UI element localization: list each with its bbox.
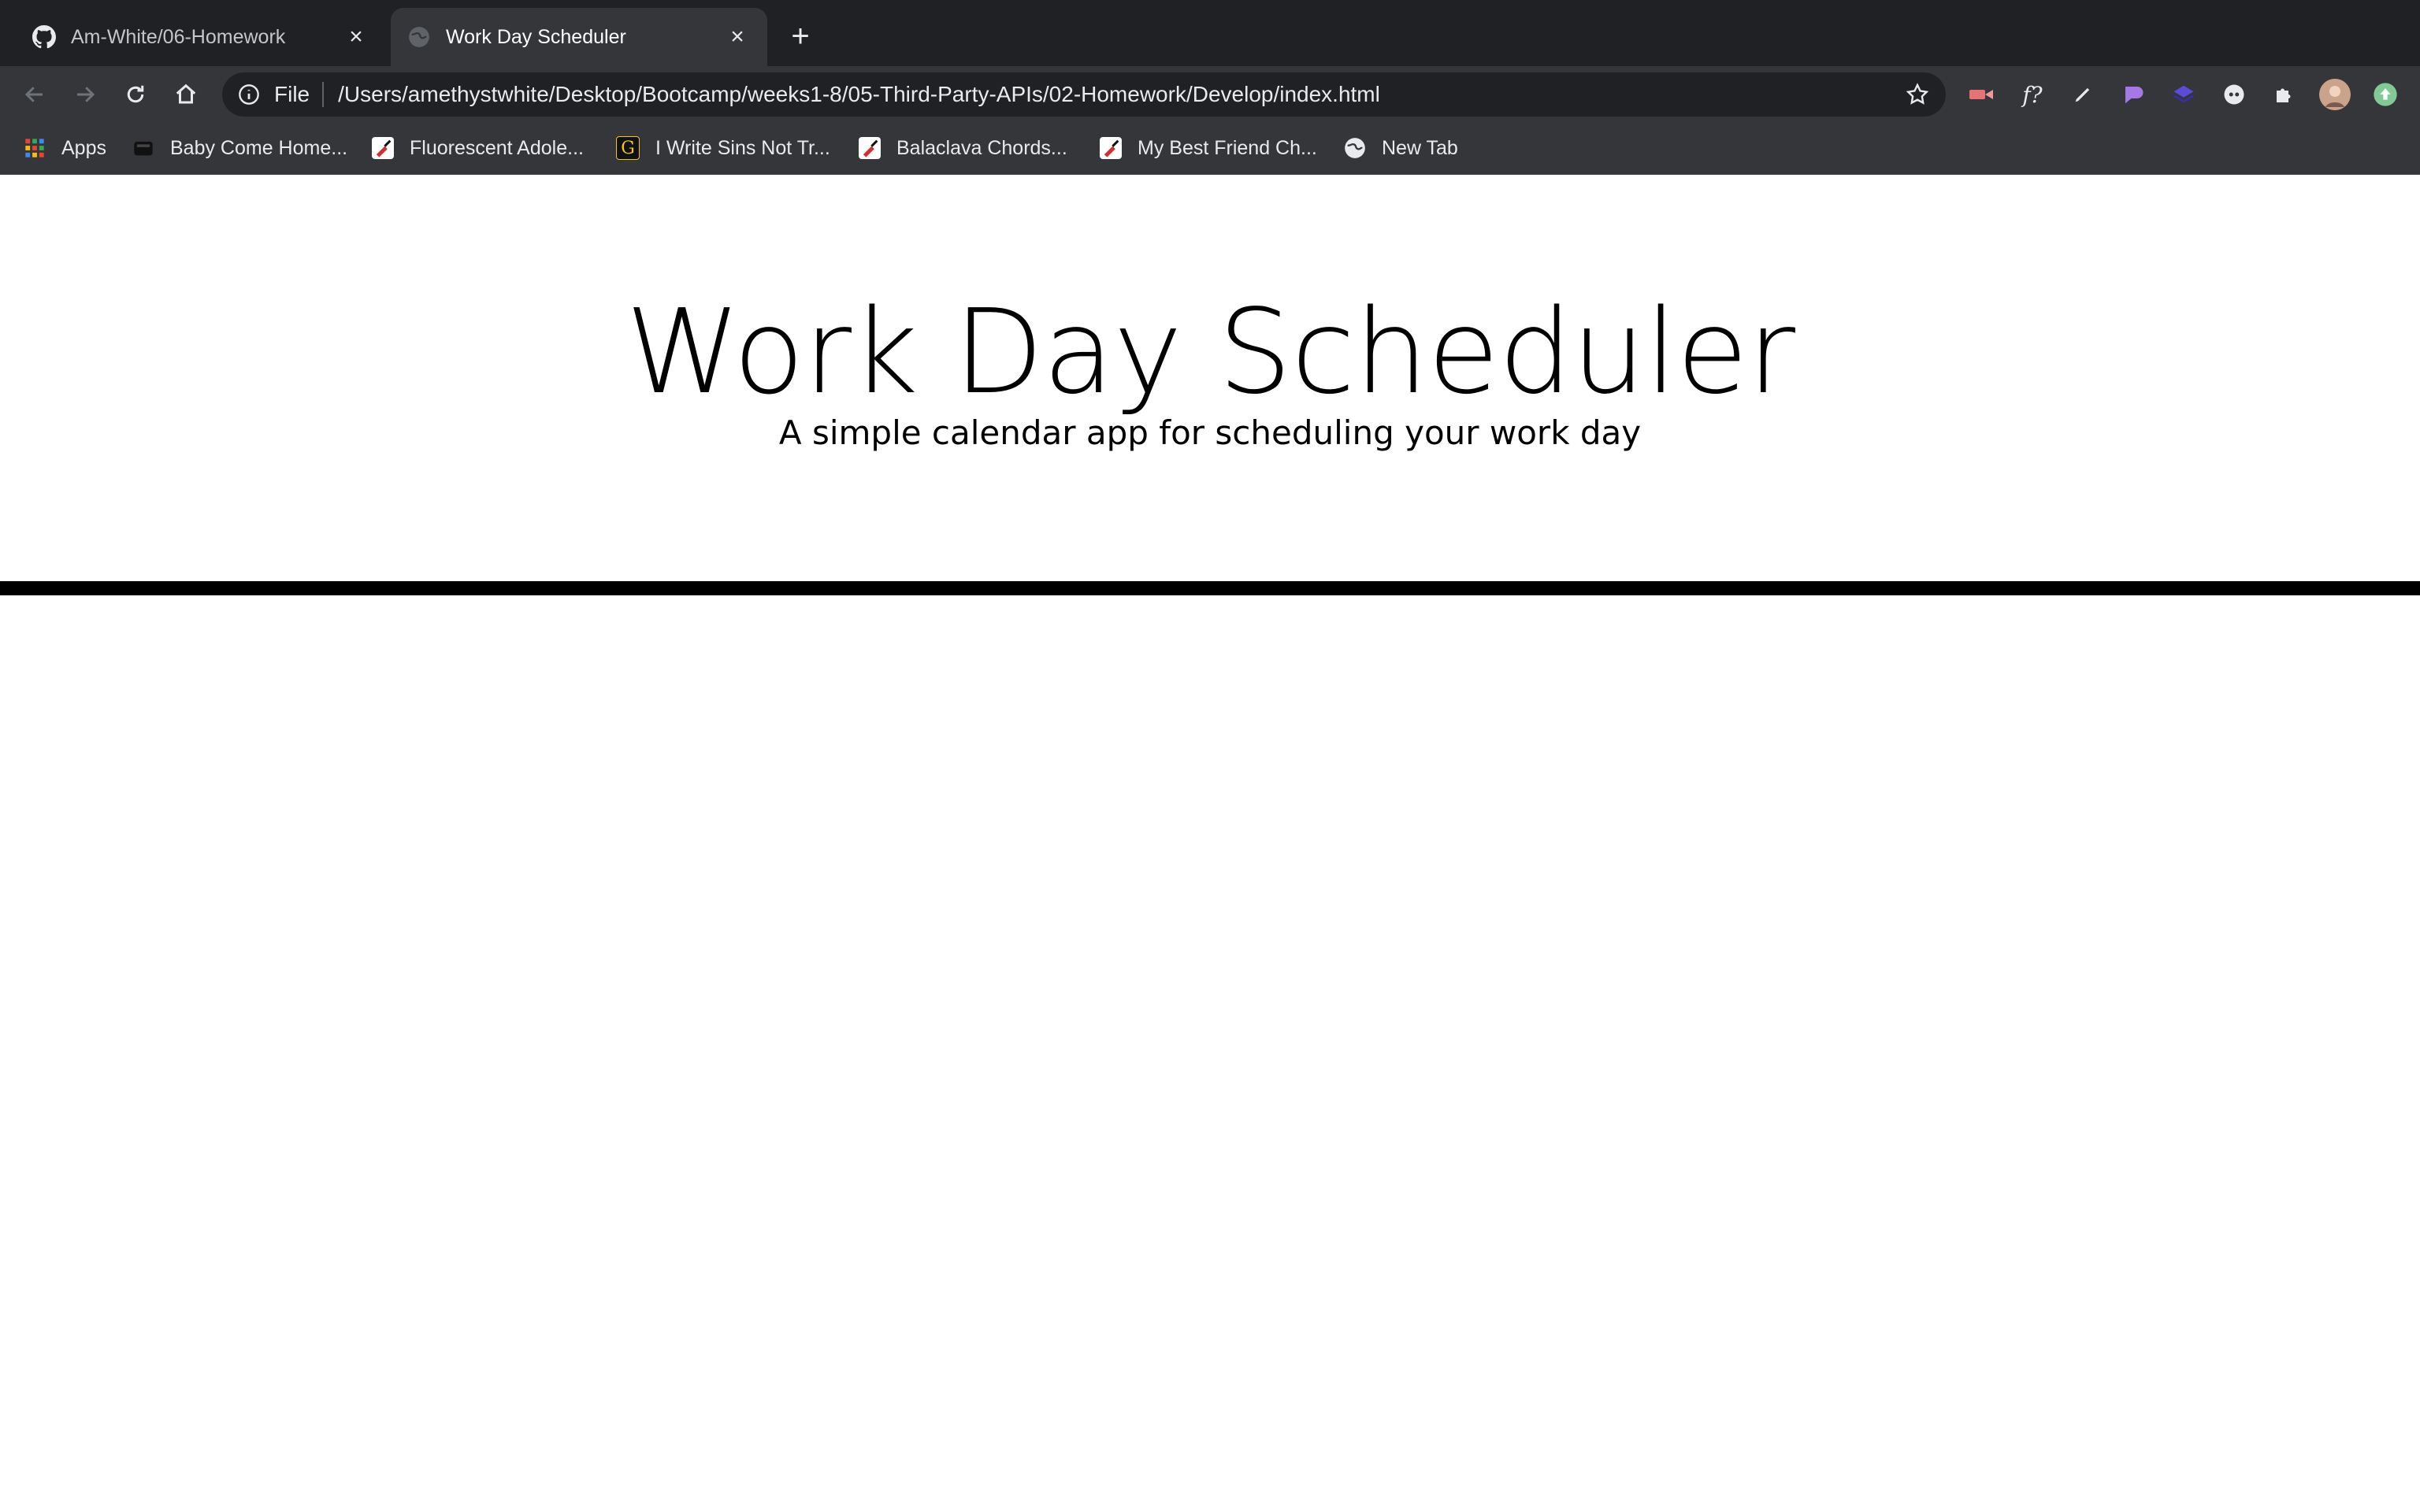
browser-toolbar: File /Users/amethystwhite/Desktop/Bootca… bbox=[0, 66, 2420, 123]
bookmark-label: Apps bbox=[61, 136, 106, 159]
reload-button[interactable] bbox=[120, 79, 151, 110]
tab-github[interactable]: Am-White/06-Homework × bbox=[16, 8, 386, 66]
tab-strip: Am-White/06-Homework × Work Day Schedule… bbox=[0, 0, 2420, 66]
bookmark-fluorescent-adolescent[interactable]: Fluorescent Adole... bbox=[372, 134, 584, 162]
bookmark-favicon bbox=[132, 137, 154, 159]
back-button[interactable] bbox=[19, 79, 50, 110]
scheme-label: File bbox=[274, 82, 310, 106]
page-title: Work Day Scheduler bbox=[625, 284, 1795, 420]
bookmark-baby-come-home[interactable]: Baby Come Home... bbox=[132, 134, 347, 162]
bookmark-label: My Best Friend Ch... bbox=[1138, 136, 1317, 159]
guitar-favicon bbox=[1100, 137, 1122, 159]
tab-title: Am-White/06-Homework bbox=[71, 25, 286, 48]
update-icon[interactable] bbox=[2370, 79, 2401, 110]
formula-extension-icon[interactable]: f? bbox=[2017, 79, 2048, 110]
close-icon[interactable]: × bbox=[340, 21, 372, 53]
github-icon bbox=[32, 24, 57, 50]
bookmark-i-write-sins[interactable]: G I Write Sins Not Tr... bbox=[616, 134, 830, 162]
bookmark-label: New Tab bbox=[1382, 136, 1458, 159]
tab-title: Work Day Scheduler bbox=[446, 25, 626, 48]
purple-shape-extension-icon[interactable] bbox=[2118, 79, 2149, 110]
layers-extension-icon[interactable] bbox=[2168, 79, 2199, 110]
back-arrow-icon bbox=[24, 87, 43, 102]
bookmark-new-tab[interactable]: New Tab bbox=[1344, 134, 1458, 162]
address-bar[interactable]: File /Users/amethystwhite/Desktop/Bootca… bbox=[222, 72, 1946, 117]
home-icon bbox=[176, 83, 196, 104]
close-icon[interactable]: × bbox=[722, 21, 753, 53]
bookmark-star-icon[interactable] bbox=[1902, 79, 1933, 110]
globe-icon bbox=[1344, 137, 1366, 159]
avatar[interactable] bbox=[2319, 79, 2351, 110]
bookmark-label: Fluorescent Adole... bbox=[410, 136, 584, 159]
circle-extension-icon[interactable] bbox=[2218, 79, 2250, 110]
guitar-favicon bbox=[372, 137, 394, 159]
new-tab-button[interactable]: + bbox=[785, 20, 816, 52]
bookmark-balaclava-chords[interactable]: Balaclava Chords... bbox=[859, 134, 1067, 162]
guitar-favicon bbox=[859, 137, 881, 159]
bookmark-label: I Write Sins Not Tr... bbox=[655, 136, 830, 159]
forward-button[interactable] bbox=[69, 79, 101, 110]
address-separator bbox=[322, 82, 325, 107]
globe-icon bbox=[406, 24, 432, 50]
bookmark-label: Baby Come Home... bbox=[170, 136, 348, 159]
info-icon[interactable] bbox=[236, 82, 262, 107]
bookmark-apps[interactable]: Apps bbox=[24, 134, 106, 162]
pen-extension-icon[interactable] bbox=[2067, 79, 2099, 110]
bookmark-label: Balaclava Chords... bbox=[896, 136, 1067, 159]
url-text[interactable]: /Users/amethystwhite/Desktop/Bootcamp/we… bbox=[338, 82, 1902, 107]
page-lead: A simple calendar app for scheduling you… bbox=[778, 413, 1642, 452]
jumbotron-header: Work Day Scheduler A simple calendar app… bbox=[0, 175, 2420, 595]
tab-work-day-scheduler[interactable]: Work Day Scheduler × bbox=[391, 8, 767, 66]
apps-grid-icon bbox=[24, 137, 46, 159]
forward-arrow-icon bbox=[77, 87, 95, 102]
page-content: Work Day Scheduler A simple calendar app… bbox=[0, 175, 2420, 1512]
g-favicon: G bbox=[616, 136, 640, 160]
home-button[interactable] bbox=[170, 79, 202, 110]
reload-icon bbox=[127, 85, 144, 103]
bookmarks-bar: Apps Baby Come Home... Fluorescent Adole… bbox=[0, 123, 2420, 175]
video-extension-icon[interactable] bbox=[1966, 79, 1998, 110]
puzzle-icon[interactable] bbox=[2269, 79, 2300, 110]
bookmark-my-best-friend[interactable]: My Best Friend Ch... bbox=[1100, 134, 1317, 162]
